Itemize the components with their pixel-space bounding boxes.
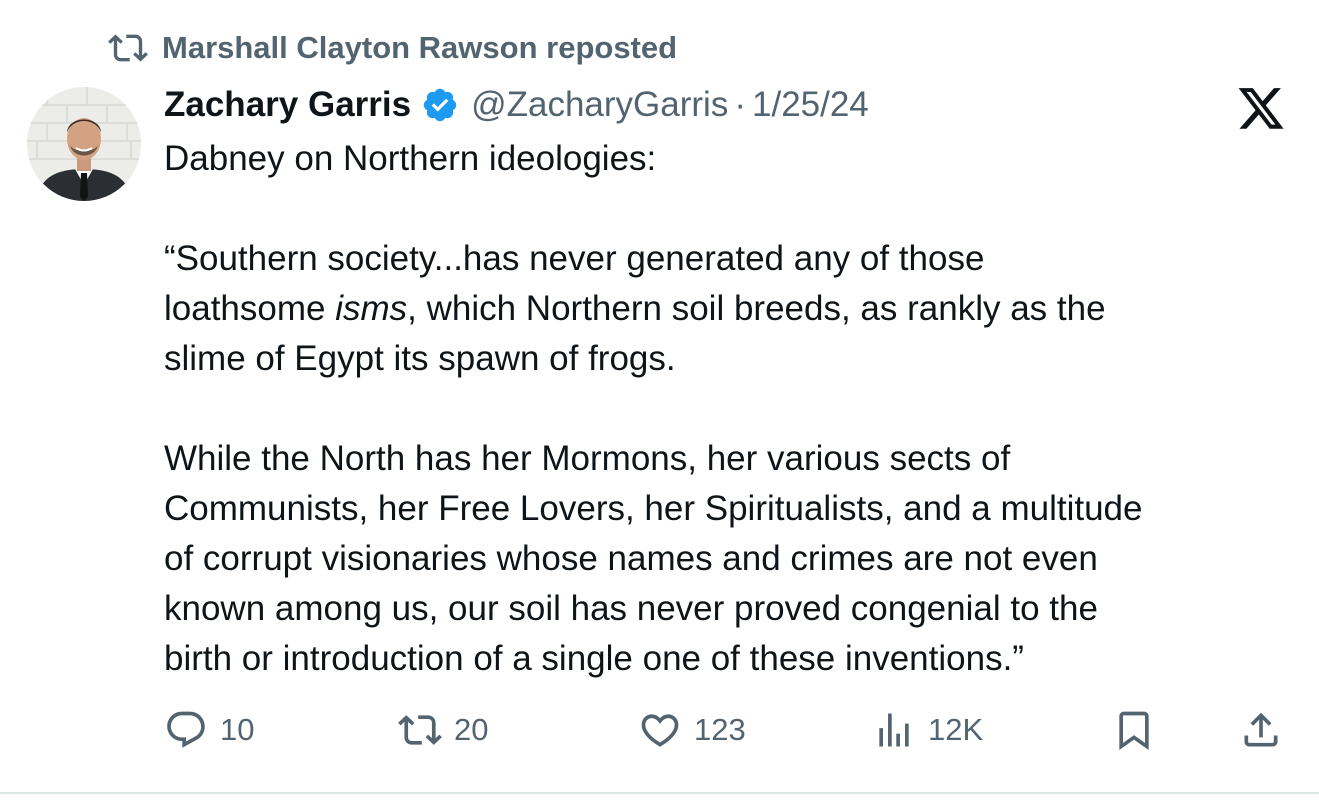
author-handle[interactable]: @ZacharyGarris: [471, 82, 728, 128]
tweet-line: Communists, her Free Lovers, her Spiritu…: [164, 489, 1143, 528]
repost-icon: [108, 34, 148, 62]
like-button[interactable]: 123: [638, 700, 746, 760]
like-count: 123: [694, 712, 746, 747]
repost-icon: [398, 715, 442, 745]
tweet-line: of corrupt visionaries whose names and c…: [164, 539, 1098, 578]
share-button[interactable]: [1239, 700, 1283, 760]
author-name[interactable]: Zachary Garris: [164, 82, 411, 128]
reply-count: 10: [220, 712, 255, 747]
bottom-divider: [0, 792, 1319, 794]
repost-count: 20: [454, 712, 489, 747]
author-avatar[interactable]: [27, 87, 141, 201]
tweet-line: slime of Egypt its spawn of frogs.: [164, 339, 676, 378]
heart-icon: [641, 714, 679, 747]
reply-icon: [167, 711, 205, 748]
repost-button[interactable]: 20: [398, 700, 488, 760]
emphasized-word: isms: [335, 289, 408, 328]
tweet-line: known among us, our soil has never prove…: [164, 589, 1098, 628]
verified-badge-icon[interactable]: [421, 86, 459, 124]
bookmark-icon: [1119, 711, 1149, 751]
tweet-actions: 10 20 123 12K: [0, 700, 1319, 760]
repost-label: Marshall Clayton Rawson reposted: [162, 30, 678, 65]
views-button[interactable]: 12K: [872, 700, 983, 760]
tweet-line: “Southern society...has never generated …: [164, 239, 985, 278]
analytics-icon: [879, 713, 909, 747]
tweet-date[interactable]: 1/25/24: [752, 82, 869, 128]
bookmark-button[interactable]: [1112, 700, 1156, 760]
tweet-line: While the North has her Mormons, her var…: [164, 439, 1011, 478]
reply-button[interactable]: 10: [164, 700, 254, 760]
header-separator: ·: [734, 85, 746, 124]
repost-indicator[interactable]: Marshall Clayton Rawson reposted: [108, 28, 677, 68]
share-icon: [1244, 712, 1278, 747]
views-count: 12K: [928, 712, 984, 747]
x-logo-icon[interactable]: [1236, 88, 1286, 134]
avatar-photo: [27, 87, 141, 201]
tweet-line: birth or introduction of a single one of…: [164, 639, 1024, 678]
tweet-header: Zachary Garris @ZacharyGarris · 1/25/24: [164, 82, 869, 128]
tweet-body: Dabney on Northern ideologies: “Southern…: [164, 134, 1304, 684]
tweet-line: Dabney on Northern ideologies:: [164, 139, 657, 178]
tweet-line: loathsome isms, which Northern soil bree…: [164, 289, 1106, 328]
